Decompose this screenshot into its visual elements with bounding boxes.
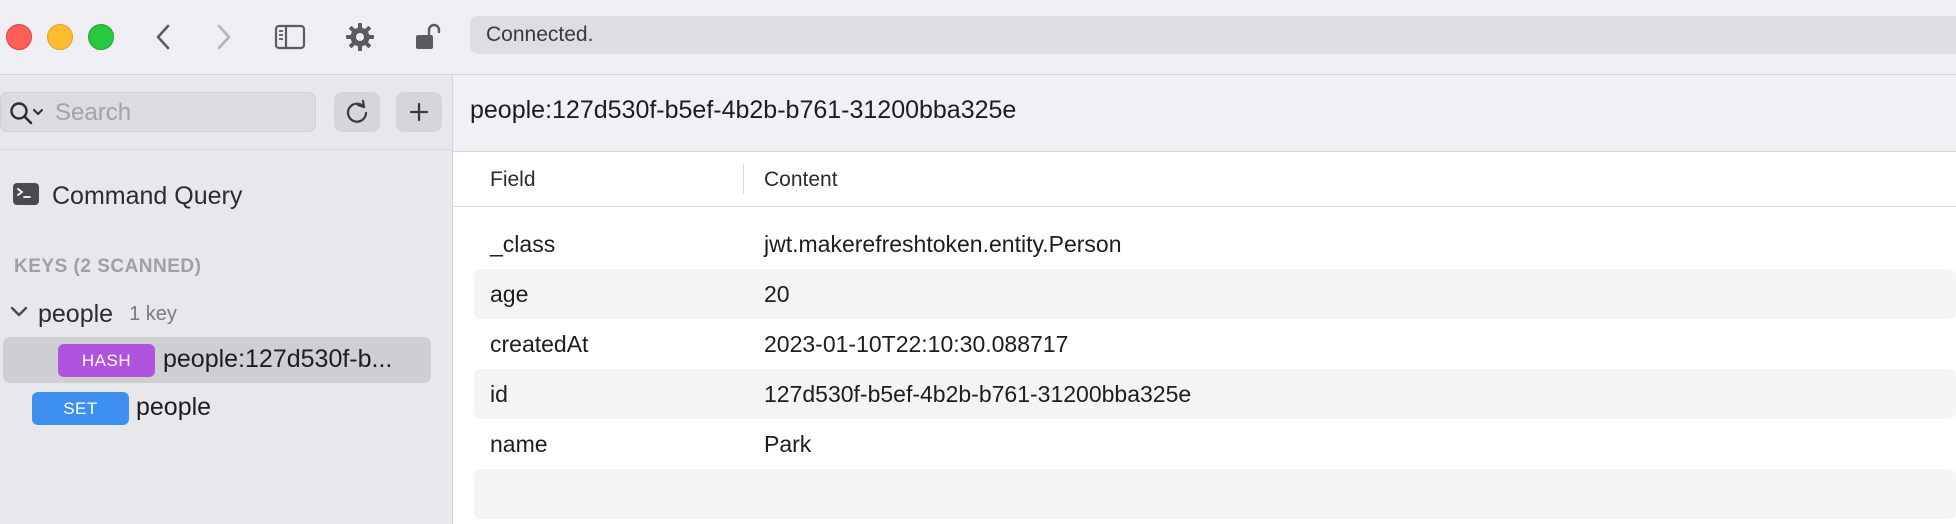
forward-button[interactable] (204, 17, 244, 57)
add-key-button[interactable] (396, 92, 442, 132)
column-divider[interactable] (743, 164, 744, 194)
hash-table-body: _class jwt.makerefreshtoken.entity.Perso… (474, 219, 1956, 519)
table-row-empty[interactable] (474, 469, 1956, 519)
field-cell: createdAt (490, 331, 589, 357)
back-button[interactable] (143, 17, 183, 57)
key-title: people:127d530f-b5ef-4b2b-b761-31200bba3… (470, 96, 1017, 124)
terminal-icon (12, 182, 40, 211)
field-cell: id (490, 381, 508, 407)
key-group-label: people (38, 299, 114, 328)
sidebar-icon (274, 24, 306, 50)
content-cell: jwt.makerefreshtoken.entity.Person (764, 231, 1122, 257)
gear-icon (346, 23, 374, 51)
plus-icon (409, 102, 429, 122)
connection-status-field: Connected. (470, 16, 1956, 54)
sidebar-divider (0, 149, 452, 150)
key-group-people[interactable]: people 1 key (10, 297, 177, 331)
refresh-button[interactable] (334, 92, 380, 132)
table-row[interactable]: id 127d530f-b5ef-4b2b-b761-31200bba325e (474, 369, 1956, 419)
minimize-window-button[interactable] (47, 24, 73, 50)
table-row[interactable]: age 20 (474, 269, 1956, 319)
table-header: Field Content (453, 152, 1956, 207)
search-icon (9, 101, 49, 125)
maximize-window-button[interactable] (88, 24, 114, 50)
chevron-down-icon[interactable] (10, 305, 28, 324)
chevron-right-icon (217, 24, 231, 50)
content-cell: 127d530f-b5ef-4b2b-b761-31200bba325e (764, 381, 1192, 407)
toggle-sidebar-button[interactable] (270, 17, 310, 57)
field-cell: name (490, 431, 548, 457)
lock-button[interactable] (407, 17, 447, 57)
close-window-button[interactable] (6, 24, 32, 50)
unlocked-padlock-icon (416, 23, 441, 49)
content-cell: 2023-01-10T22:10:30.088717 (764, 331, 1069, 357)
key-item-label: people:127d530f-b... (163, 345, 393, 373)
field-cell: age (490, 281, 529, 307)
content-cell: Park (764, 431, 812, 457)
keys-section-header: KEYS (2 SCANNED) (14, 256, 202, 277)
key-item-selected[interactable]: HASH people:127d530f-b... (3, 337, 431, 383)
command-query-item[interactable]: Command Query (12, 179, 242, 213)
title-bar: Connected. (0, 0, 1956, 75)
column-header-field[interactable]: Field (490, 168, 536, 192)
key-group-count: 1 key (129, 302, 177, 325)
field-cell: _class (490, 231, 556, 257)
search-input[interactable] (53, 93, 312, 133)
key-header: people:127d530f-b5ef-4b2b-b761-31200bba3… (453, 75, 1956, 152)
command-query-label: Command Query (52, 181, 243, 210)
content-cell: 20 (764, 281, 790, 307)
refresh-icon (346, 99, 368, 123)
table-row[interactable]: _class jwt.makerefreshtoken.entity.Perso… (474, 219, 1956, 269)
type-badge-hash: HASH (58, 344, 155, 377)
sidebar: Command Query KEYS (2 SCANNED) people 1 … (0, 75, 453, 524)
key-item-label: people (136, 393, 212, 421)
column-header-content[interactable]: Content (764, 168, 838, 192)
table-row[interactable]: name Park (474, 419, 1956, 469)
table-row[interactable]: createdAt 2023-01-10T22:10:30.088717 (474, 319, 1956, 369)
settings-button[interactable] (340, 17, 380, 57)
type-badge-set: SET (32, 392, 129, 425)
search-box[interactable] (0, 92, 316, 133)
chevron-left-icon (156, 24, 170, 50)
key-item[interactable]: SET people (3, 389, 431, 429)
